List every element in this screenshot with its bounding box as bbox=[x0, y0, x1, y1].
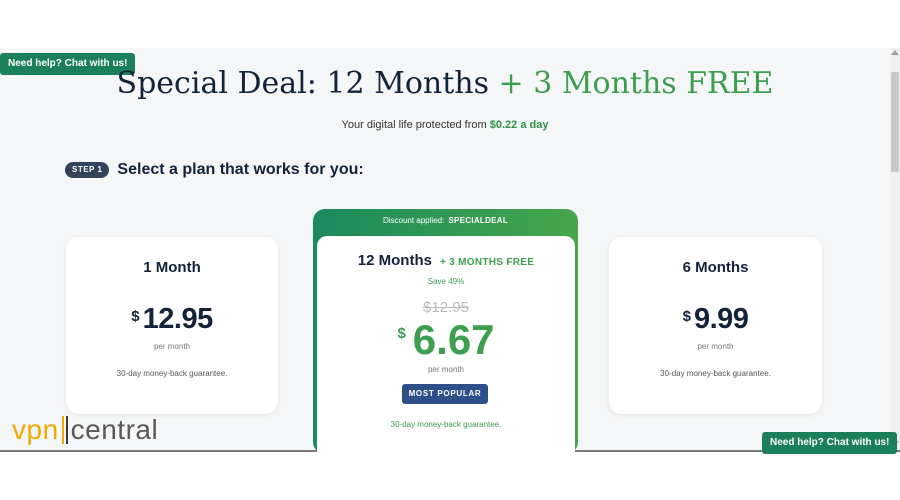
step-badge: STEP 1 bbox=[65, 162, 110, 178]
plan-card-12-months[interactable]: Discount applied: SPECIALDEAL 12 Months +… bbox=[313, 209, 578, 466]
vpncentral-logo: vpn central bbox=[12, 414, 158, 446]
subtitle-price: $0.22 a day bbox=[489, 119, 549, 131]
page-title: Special Deal: 12 Months + 3 Months FREE bbox=[0, 66, 890, 101]
price-amount: 9.99 bbox=[693, 303, 749, 335]
guarantee-text: 30-day money-back guarantee. bbox=[660, 369, 771, 378]
step-text: Select a plan that works for you: bbox=[117, 161, 364, 178]
price-currency: $ bbox=[397, 325, 406, 342]
plan-name: 6 Months bbox=[682, 259, 749, 276]
plan-price: $ 6.67 bbox=[317, 316, 575, 364]
step-heading: STEP 1 Select a plan that works for you: bbox=[65, 161, 364, 179]
page-subtitle: Your digital life protected from $0.22 a… bbox=[0, 119, 890, 131]
plan-price: $ 9.99 bbox=[609, 303, 822, 336]
logo-vpn-text: vpn bbox=[12, 414, 59, 445]
price-currency: $ bbox=[682, 308, 691, 325]
scroll-thumb[interactable] bbox=[891, 72, 899, 172]
price-period: per month bbox=[427, 365, 465, 374]
guarantee-text: 30-day money-back guarantee. bbox=[390, 420, 502, 429]
price-period: per month bbox=[153, 342, 191, 351]
most-popular-badge: MOST POPULAR bbox=[402, 384, 488, 404]
vertical-scrollbar[interactable] bbox=[890, 48, 900, 450]
plan-card-6-months[interactable]: 6 Months $ 9.99 per month 30-day money-b… bbox=[609, 237, 822, 414]
plan-card-1-month[interactable]: 1 Month $ 12.95 per month 30-day money-b… bbox=[66, 237, 278, 414]
discount-code: SPECIALDEAL bbox=[448, 216, 509, 225]
save-percent: Save 49% bbox=[427, 277, 465, 286]
guarantee-text: 30-day money-back guarantee. bbox=[116, 369, 228, 378]
title-main: Special Deal: 12 Months bbox=[116, 66, 489, 101]
plan-name: 12 Months bbox=[357, 252, 432, 269]
old-price: $12.95 bbox=[423, 299, 469, 316]
logo-mark-icon bbox=[61, 416, 68, 444]
featured-card-body: 12 Months + 3 MONTHS FREE Save 49% $12.9… bbox=[317, 236, 575, 466]
plan-name: 1 Month bbox=[143, 259, 201, 276]
price-currency: $ bbox=[131, 308, 140, 325]
plan-bonus: + 3 MONTHS FREE bbox=[439, 257, 535, 268]
chat-help-button-bottom[interactable]: Need help? Chat with us! bbox=[762, 432, 898, 454]
subtitle-text: Your digital life protected from bbox=[341, 119, 487, 131]
price-amount: 6.67 bbox=[412, 316, 495, 363]
price-period: per month bbox=[697, 342, 734, 351]
discount-label: Discount applied: bbox=[382, 216, 445, 225]
plan-name-row: 12 Months + 3 MONTHS FREE bbox=[317, 252, 575, 269]
discount-banner: Discount applied: SPECIALDEAL bbox=[313, 216, 578, 225]
price-amount: 12.95 bbox=[142, 303, 214, 335]
plan-price: $ 12.95 bbox=[66, 303, 278, 336]
logo-central-text: central bbox=[70, 414, 159, 445]
scroll-up-arrow-icon[interactable] bbox=[891, 50, 899, 55]
title-free: + 3 Months FREE bbox=[498, 66, 774, 101]
